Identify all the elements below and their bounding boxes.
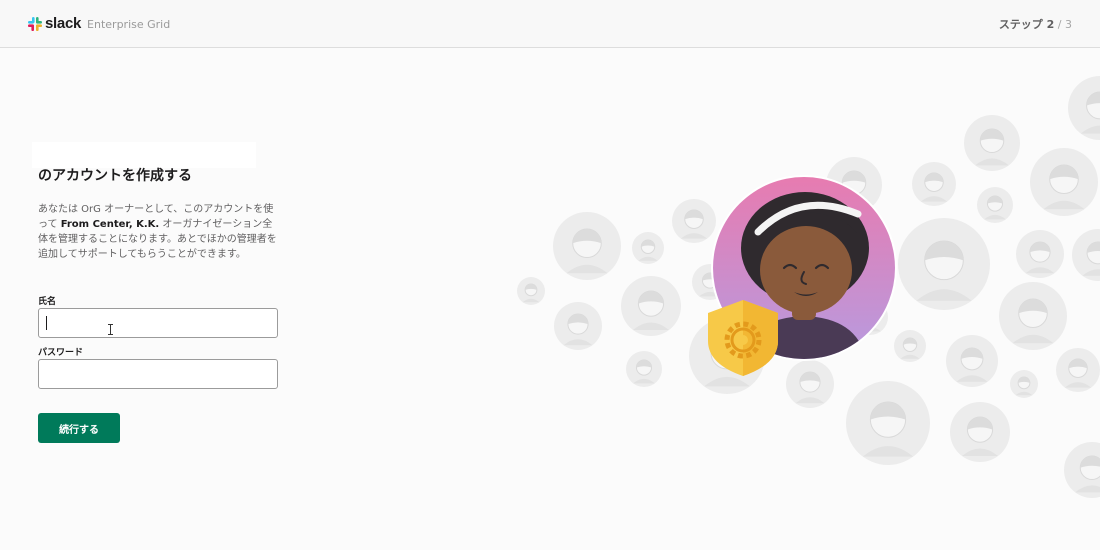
faded-avatar-icon	[898, 218, 990, 310]
faded-avatar-icon	[912, 162, 956, 206]
faded-avatar-icon	[846, 381, 930, 465]
name-input[interactable]	[38, 308, 278, 338]
page-description: あなたは OrG オーナーとして、このアカウントを使って From Center…	[38, 202, 280, 262]
faded-avatar-icon	[517, 277, 545, 305]
faded-avatar-icon	[1064, 442, 1100, 498]
faded-avatar-icon	[553, 212, 621, 280]
top-bar: slack Enterprise Grid ステップ 2 / 3	[0, 0, 1100, 48]
faded-avatar-icon	[1030, 148, 1098, 216]
faded-avatar-icon	[894, 330, 926, 362]
faded-avatar-icon	[786, 360, 834, 408]
slack-hash-logo-icon	[28, 16, 42, 31]
continue-button[interactable]: 続行する	[38, 413, 120, 443]
text-cursor-icon	[108, 324, 113, 335]
faded-avatar-icon	[977, 187, 1013, 223]
faded-avatar-icon	[554, 302, 602, 350]
faded-avatar-icon	[950, 402, 1010, 462]
faded-avatar-icon	[964, 115, 1020, 171]
faded-avatar-icon	[626, 351, 662, 387]
brand-name: slack	[45, 15, 82, 32]
step-current: ステップ 2	[998, 18, 1055, 31]
faded-avatar-icon	[1072, 229, 1100, 281]
name-label: 氏名	[38, 297, 57, 307]
faded-avatar-icon	[1056, 348, 1100, 392]
faded-avatar-icon	[632, 232, 664, 264]
text-caret	[46, 316, 47, 330]
faded-avatar-icon	[1010, 370, 1038, 398]
faded-avatar-icon	[672, 199, 716, 243]
org-name: From Center, K.K.	[60, 219, 160, 230]
password-input[interactable]	[38, 359, 278, 389]
background-faces-illustration	[517, 76, 1100, 498]
password-label: パスワード	[38, 348, 84, 358]
step-total: / 3	[1054, 18, 1072, 31]
faded-avatar-icon	[946, 335, 998, 387]
slack-logo[interactable]: slack Enterprise Grid	[28, 15, 170, 32]
faded-avatar-icon	[1068, 76, 1100, 140]
faded-avatar-icon	[621, 276, 681, 336]
faded-avatar-icon	[1016, 230, 1064, 278]
page-title: のアカウントを作成する	[38, 168, 192, 183]
faded-avatar-icon	[999, 282, 1067, 350]
product-name: Enterprise Grid	[87, 18, 171, 31]
step-indicator: ステップ 2 / 3	[999, 16, 1072, 32]
